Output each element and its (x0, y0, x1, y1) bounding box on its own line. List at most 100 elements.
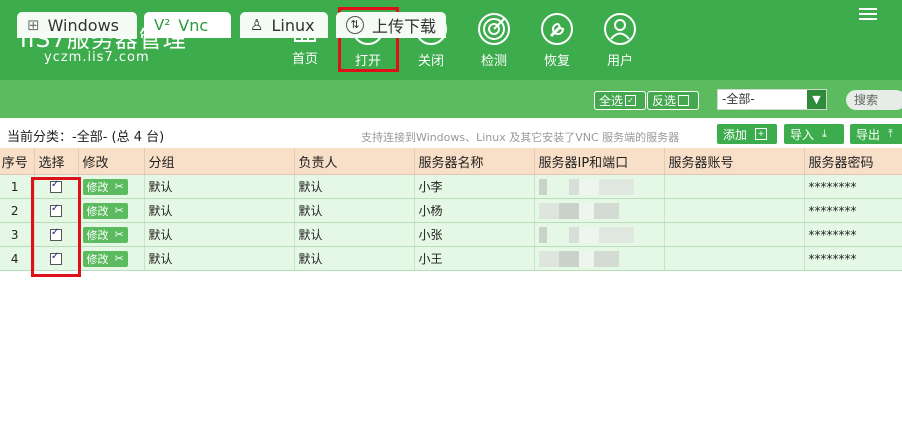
column-header-password[interactable]: 服务器密码 (804, 148, 902, 175)
invert-select-button[interactable]: 反选 (647, 91, 699, 110)
tab-linux-label: Linux (271, 15, 315, 35)
user-icon (604, 13, 636, 45)
export-label: 导出 (856, 127, 881, 142)
current-category-value: -全部- (总 4 台) (72, 130, 165, 145)
table-header-row: 序号 选择 修改 分组 负责人 服务器名称 服务器IP和端口 服务器账号 服务器… (0, 148, 902, 175)
radar-icon (478, 13, 510, 45)
column-header-owner[interactable]: 负责人 (294, 148, 415, 175)
chevron-down-icon[interactable]: ▼ (807, 90, 826, 109)
password-cell: ******** (804, 246, 902, 271)
nav-close-label: 关闭 (417, 54, 444, 69)
edit-button-label: 修改 (86, 228, 109, 242)
select-all-button[interactable]: 全选 ✓ (594, 91, 646, 110)
wrench-icon (541, 13, 573, 45)
nav-check-label: 检测 (480, 54, 507, 69)
current-category: 当前分类：-全部- (总 4 台) (7, 126, 164, 145)
edit-cell: 修改 ✂ (78, 222, 145, 247)
select-all-label: 全选 (599, 94, 624, 108)
import-label: 导入 (790, 127, 815, 142)
group-cell: 默认 (144, 246, 295, 271)
nav-restore-label: 恢复 (543, 54, 570, 69)
nav-check-button[interactable]: 检测 (468, 8, 520, 70)
redacted-ip (538, 178, 634, 195)
tab-linux[interactable]: ♙ Linux (240, 12, 328, 38)
owner-cell: 默认 (294, 222, 415, 247)
transfer-icon: ⇅ (346, 16, 364, 34)
server-name-cell: 小王 (414, 246, 535, 271)
server-ip-cell (534, 246, 665, 271)
edit-cell: 修改 ✂ (78, 174, 145, 199)
redacted-ip (538, 202, 619, 219)
group-cell: 默认 (144, 222, 295, 247)
search-input[interactable]: 搜索 (846, 90, 902, 110)
owner-cell: 默认 (294, 198, 415, 223)
password-cell: ******** (804, 174, 902, 199)
tab-vnc-label: Vnc (178, 15, 209, 35)
tab-transfer[interactable]: ⇅ 上传下载 (336, 12, 446, 38)
column-header-select[interactable]: 选择 (34, 148, 79, 175)
export-button[interactable]: 导出 ⤒ (850, 124, 902, 144)
invert-select-label: 反选 (652, 94, 677, 108)
row-number: 3 (0, 222, 35, 247)
edit-button[interactable]: 修改 ✂ (82, 250, 128, 267)
add-button[interactable]: 添加 + (717, 124, 777, 144)
account-cell (664, 174, 805, 199)
row-number: 2 (0, 198, 35, 223)
download-icon: ⤓ (822, 127, 827, 140)
tab-vnc[interactable]: V² Vnc (144, 12, 231, 38)
column-header-account[interactable]: 服务器账号 (664, 148, 805, 175)
owner-cell: 默认 (294, 174, 415, 199)
table-row[interactable]: 1 修改 ✂ 默认 默认 小李 ******** (0, 174, 902, 199)
nav-restore-button[interactable]: 恢复 (531, 8, 583, 70)
add-label: 添加 (723, 127, 748, 142)
edit-cell: 修改 ✂ (78, 198, 145, 223)
account-cell (664, 198, 805, 223)
account-cell (664, 222, 805, 247)
server-name-cell: 小杨 (414, 198, 535, 223)
server-ip-cell (534, 174, 665, 199)
edit-button-label: 修改 (86, 252, 109, 266)
account-cell (664, 246, 805, 271)
vnc-icon: V² (154, 16, 171, 34)
edit-button-label: 修改 (86, 180, 109, 194)
check-square-icon: ✓ (625, 95, 637, 106)
server-table: 序号 选择 修改 分组 负责人 服务器名称 服务器IP和端口 服务器账号 服务器… (0, 148, 902, 271)
edit-button[interactable]: 修改 ✂ (82, 202, 128, 219)
nav-user-button[interactable]: 用户 (594, 8, 646, 70)
column-header-no[interactable]: 序号 (0, 148, 35, 175)
category-select[interactable]: -全部- ▼ (717, 89, 827, 110)
table-row[interactable]: 3 修改 ✂ 默认 默认 小张 ******** (0, 222, 902, 247)
edit-button[interactable]: 修改 ✂ (82, 226, 128, 243)
row-number: 1 (0, 174, 35, 199)
group-cell: 默认 (144, 174, 295, 199)
password-cell: ******** (804, 222, 902, 247)
table-row[interactable]: 4 修改 ✂ 默认 默认 小王 ******** (0, 246, 902, 271)
tab-windows[interactable]: ⊞ Windows (17, 12, 137, 38)
column-header-group[interactable]: 分组 (144, 148, 295, 175)
current-category-label: 当前分类： (7, 130, 73, 145)
menu-icon[interactable] (859, 8, 877, 22)
edit-button[interactable]: 修改 ✂ (82, 178, 128, 195)
column-header-edit[interactable]: 修改 (78, 148, 145, 175)
table-row[interactable]: 2 修改 ✂ 默认 默认 小杨 ******** (0, 198, 902, 223)
column-header-server-name[interactable]: 服务器名称 (414, 148, 535, 175)
tools-icon: ✂ (114, 180, 124, 193)
server-name-cell: 小李 (414, 174, 535, 199)
nav-home-label: 首页 (291, 52, 318, 67)
tools-icon: ✂ (114, 252, 124, 265)
edit-button-label: 修改 (86, 204, 109, 218)
checkbox-highlight-frame (31, 177, 81, 277)
server-name-cell: 小张 (414, 222, 535, 247)
column-header-server-ip[interactable]: 服务器IP和端口 (534, 148, 665, 175)
tools-icon: ✂ (114, 228, 124, 241)
windows-icon: ⊞ (27, 16, 40, 34)
upload-icon: ⤒ (888, 127, 893, 140)
tab-transfer-label: 上传下载 (372, 17, 437, 36)
password-cell: ******** (804, 198, 902, 223)
square-icon (678, 95, 690, 106)
import-button[interactable]: 导入 ⤓ (784, 124, 844, 144)
vnc-hint-text: 支持连接到Windows、Linux 及其它安装了VNC 服务端的服务器 (361, 131, 680, 144)
nav-user-label: 用户 (606, 54, 633, 69)
server-ip-cell (534, 222, 665, 247)
group-cell: 默认 (144, 198, 295, 223)
